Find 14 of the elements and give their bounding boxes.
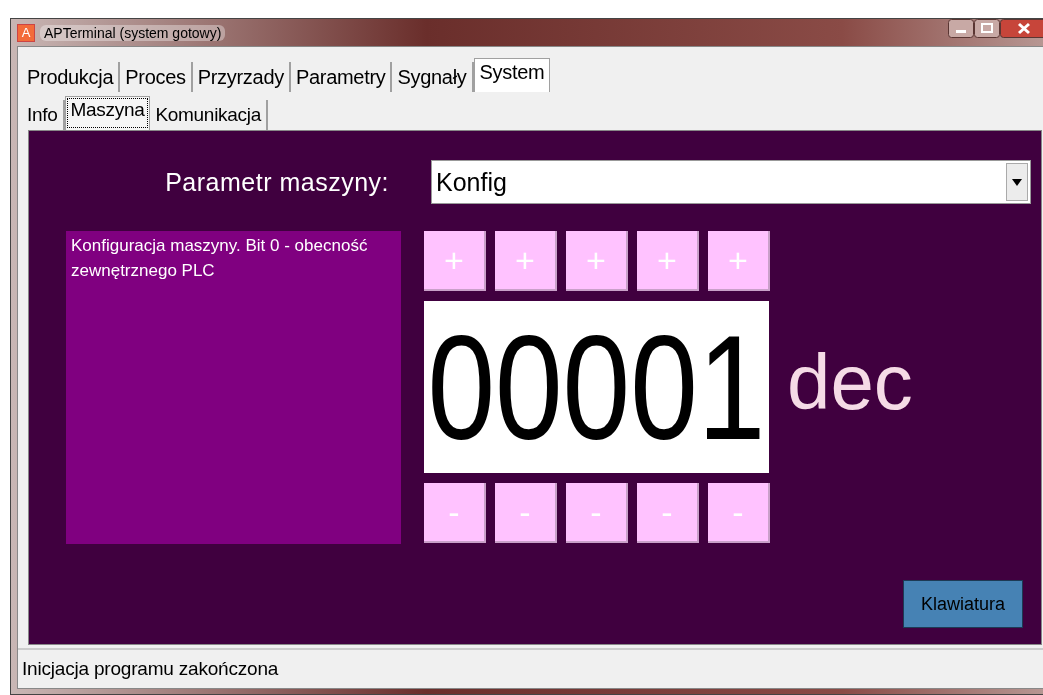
parameter-dropdown[interactable]: Konfig (431, 160, 1031, 204)
keyboard-button[interactable]: Klawiatura (903, 580, 1023, 628)
maximize-icon[interactable] (974, 19, 1000, 38)
status-bar: Inicjacja programu zakończona (18, 648, 1043, 688)
parameter-label: Parametr maszyny: (164, 167, 389, 197)
value-display: 00001 (424, 301, 769, 473)
tab[interactable]: Maszyna (64, 96, 151, 130)
app-icon: A (17, 23, 35, 42)
close-icon[interactable] (1000, 19, 1043, 38)
parameter-description: Konfiguracja maszyny. Bit 0 - obecność zewnętrznego PLC (66, 231, 401, 544)
window-title: APTerminal (system gotowy) (40, 24, 226, 41)
unit-label: dec (787, 336, 913, 428)
minimize-icon[interactable] (948, 19, 974, 38)
tab[interactable]: System (473, 58, 551, 92)
